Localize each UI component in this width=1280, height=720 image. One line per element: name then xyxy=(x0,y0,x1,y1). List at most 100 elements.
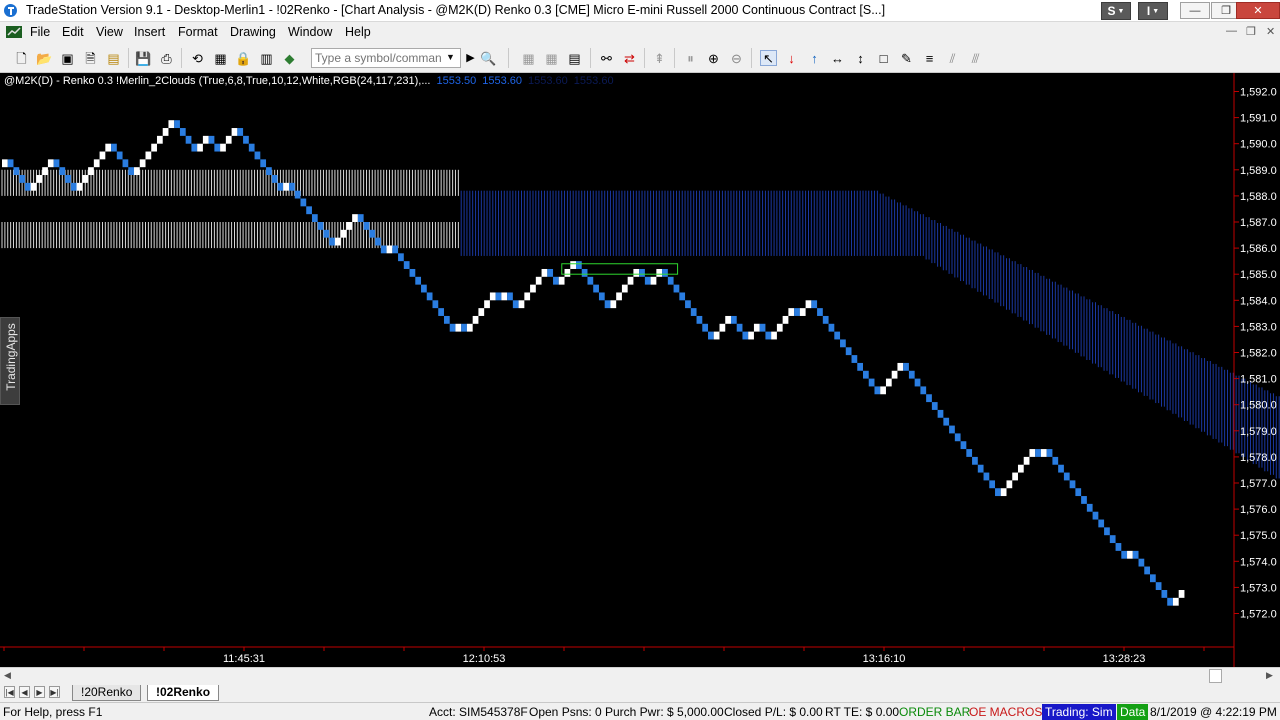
renko-down-brick xyxy=(1063,472,1070,481)
tab-02renko[interactable]: !02Renko xyxy=(147,685,220,701)
horizontal-line-icon[interactable]: ↔ xyxy=(829,50,846,66)
zoom-in-icon[interactable]: ⊕ xyxy=(705,50,722,66)
mdi-minimize-icon[interactable]: — xyxy=(1226,25,1237,37)
bars-icon[interactable]: ⏸ xyxy=(682,50,699,66)
save-icon[interactable]: 💾 xyxy=(135,50,152,66)
renko-up-brick xyxy=(484,300,490,309)
renko-down-brick xyxy=(254,151,261,160)
menu-window[interactable]: Window xyxy=(288,25,332,39)
y-tick-label: 1,587.0 xyxy=(1240,217,1277,229)
lock-icon[interactable]: 🔒 xyxy=(235,50,252,66)
new-icon[interactable]: 🗋 xyxy=(13,50,30,66)
menu-format[interactable]: Format xyxy=(178,25,218,39)
renko-up-brick xyxy=(220,143,226,152)
mdi-close-icon[interactable]: ✕ xyxy=(1266,25,1275,38)
renko-down-brick xyxy=(59,167,66,176)
scrollbar-thumb[interactable] xyxy=(1209,669,1222,683)
menu-view[interactable]: View xyxy=(96,25,123,39)
channel-icon[interactable]: ⫻ xyxy=(967,50,984,66)
save-all-icon[interactable]: ▣ xyxy=(59,50,76,66)
renko-down-brick xyxy=(426,292,433,301)
x-tick-label: 12:10:53 xyxy=(463,653,506,665)
y-tick-label: 1,590.0 xyxy=(1240,139,1277,151)
renko-chart[interactable]: 1,592.0 1,591.0 1,590.0 1,589.0 1,588.0 1,587… xyxy=(0,73,1280,667)
print-icon[interactable]: ⎙ xyxy=(158,50,175,66)
renko-up-brick xyxy=(530,284,536,293)
link-icon[interactable]: ⚯ xyxy=(598,50,615,66)
pointer-icon[interactable]: ↖ xyxy=(760,50,777,66)
header-value-1: 1553.50 xyxy=(436,75,477,87)
renko-down-brick xyxy=(587,276,594,285)
renko-down-brick xyxy=(868,378,875,387)
next-tab-icon[interactable]: ▶ xyxy=(34,686,45,698)
mdi-restore-icon[interactable]: ❐ xyxy=(1246,25,1256,38)
close-button[interactable]: ✕ xyxy=(1236,2,1280,19)
last-tab-icon[interactable]: ▶| xyxy=(49,686,60,698)
briefcase-icon[interactable]: ▤ xyxy=(105,50,122,66)
vertical-line-icon[interactable]: ↕ xyxy=(852,50,869,66)
open-folder-icon[interactable]: 📂 xyxy=(36,50,53,66)
scroll-left-icon[interactable]: ◀ xyxy=(4,670,11,681)
menu-edit[interactable]: Edit xyxy=(62,25,84,39)
up-arrow-icon[interactable]: ↑ xyxy=(806,50,823,66)
properties-icon[interactable]: ▥ xyxy=(258,50,275,66)
down-arrow-icon[interactable]: ↓ xyxy=(783,50,800,66)
toolbar-separator xyxy=(674,48,675,68)
renko-up-brick xyxy=(1127,550,1133,559)
renko-up-brick xyxy=(346,222,353,230)
rectangle-icon[interactable]: □ xyxy=(875,50,892,66)
dropdown-arrow-icon: ▼ xyxy=(1117,7,1125,15)
chart-area[interactable]: 1,592.0 1,591.0 1,590.0 1,589.0 1,588.0 1,587… xyxy=(0,73,1280,667)
s-menu-button[interactable]: S ▼ xyxy=(1101,2,1131,20)
horizontal-scrollbar[interactable]: ◀ ▶ xyxy=(0,667,1280,684)
lines-icon[interactable]: ≡ xyxy=(921,50,938,66)
renko-down-brick xyxy=(380,245,387,254)
renko-down-brick xyxy=(903,362,909,371)
trading-mode-badge[interactable]: Trading: Sim xyxy=(1042,704,1116,720)
grid-icon[interactable]: ▦ xyxy=(520,50,537,66)
renko-down-brick xyxy=(926,394,932,403)
minimize-button[interactable]: — xyxy=(1180,2,1210,19)
menu-drawing[interactable]: Drawing xyxy=(230,25,276,39)
prev-tab-icon[interactable]: ◀ xyxy=(19,686,30,698)
oe-macros-status[interactable]: OE MACROS xyxy=(969,705,1042,719)
tab-20renko[interactable]: !20Renko xyxy=(72,685,142,701)
grid-alt-icon[interactable]: ▦ xyxy=(543,50,560,66)
renko-down-brick xyxy=(461,323,467,332)
table-icon[interactable]: ▤ xyxy=(566,50,583,66)
renko-down-brick xyxy=(1150,574,1156,583)
renko-down-brick xyxy=(1052,456,1059,465)
order-bar-status[interactable]: ORDER BAR xyxy=(899,705,970,719)
renko-up-brick xyxy=(541,268,548,277)
go-arrow-icon[interactable]: ▶ xyxy=(462,50,479,66)
symbol-command-input[interactable] xyxy=(311,48,461,68)
renko-down-brick xyxy=(1035,449,1041,457)
refresh-icon[interactable]: ⟲ xyxy=(189,50,206,66)
renko-down-brick xyxy=(357,214,364,222)
shapes-icon[interactable]: ◆ xyxy=(281,50,298,66)
renko-up-brick xyxy=(455,323,462,332)
menu-insert[interactable]: Insert xyxy=(134,25,165,39)
renko-down-brick xyxy=(914,378,921,387)
first-tab-icon[interactable]: |◀ xyxy=(4,686,15,698)
chart-window-icon[interactable] xyxy=(6,25,22,39)
renko-down-brick xyxy=(949,425,955,434)
menu-file[interactable]: File xyxy=(30,25,50,39)
renko-down-brick xyxy=(317,222,324,230)
symbol-lookup-icon[interactable]: 🔍 xyxy=(480,50,497,66)
renko-up-brick xyxy=(88,167,94,176)
chart-trend-icon[interactable]: ⇄ xyxy=(621,50,638,66)
menu-help[interactable]: Help xyxy=(345,25,371,39)
pencil-icon[interactable]: ✎ xyxy=(898,50,915,66)
new-workspace-icon[interactable]: 🗎 xyxy=(82,50,99,66)
format-window-icon[interactable]: ▦ xyxy=(212,50,229,66)
renko-down-brick xyxy=(277,182,284,191)
tradingapps-tab[interactable]: TradingApps xyxy=(0,317,20,405)
trendline-icon[interactable]: ⫽ xyxy=(944,50,961,66)
scroll-right-icon[interactable]: ▶ xyxy=(1266,670,1273,681)
renko-down-brick xyxy=(989,480,996,489)
i-menu-button[interactable]: I ▼ xyxy=(1138,2,1168,20)
zoom-out-icon[interactable]: ⊖ xyxy=(728,50,745,66)
pin-icon[interactable]: ⇞ xyxy=(651,50,668,66)
symbol-dropdown-icon[interactable]: ▼ xyxy=(446,52,455,62)
